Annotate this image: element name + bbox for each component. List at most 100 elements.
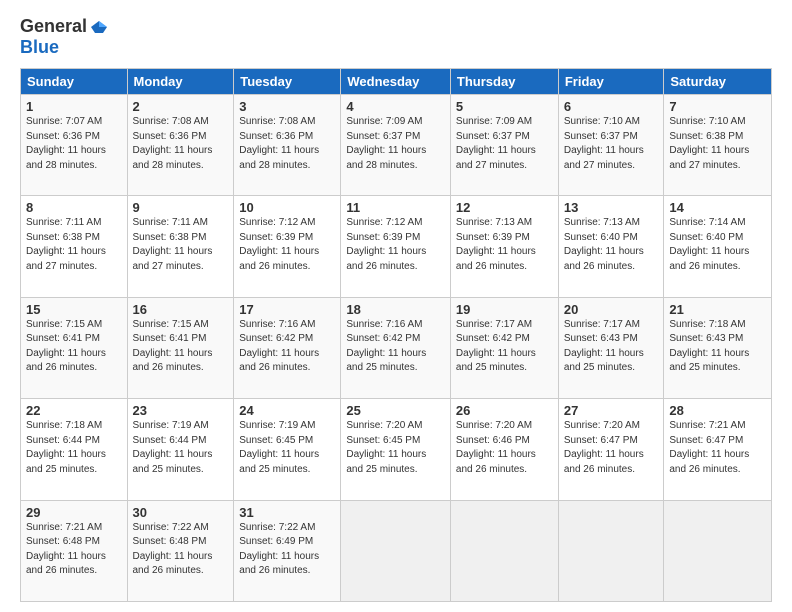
calendar-day-cell: 2Sunrise: 7:08 AM Sunset: 6:36 PM Daylig… [127,95,234,196]
day-number: 3 [239,99,335,114]
day-number: 2 [133,99,229,114]
calendar-week-row: 29Sunrise: 7:21 AM Sunset: 6:48 PM Dayli… [21,500,772,601]
day-number: 16 [133,302,229,317]
calendar-day-cell: 10Sunrise: 7:12 AM Sunset: 6:39 PM Dayli… [234,196,341,297]
day-number: 28 [669,403,766,418]
day-info: Sunrise: 7:17 AM Sunset: 6:42 PM Dayligh… [456,318,553,376]
calendar-week-row: 22Sunrise: 7:18 AM Sunset: 6:44 PM Dayli… [21,399,772,500]
day-info: Sunrise: 7:22 AM Sunset: 6:49 PM Dayligh… [239,521,335,579]
day-info: Sunrise: 7:09 AM Sunset: 6:37 PM Dayligh… [456,115,553,173]
page: GeneralBlue SundayMondayTuesdayWednesday… [0,0,792,612]
calendar-day-cell: 4Sunrise: 7:09 AM Sunset: 6:37 PM Daylig… [341,95,451,196]
calendar-day-header: Saturday [664,69,772,95]
calendar-day-cell [341,500,451,601]
day-info: Sunrise: 7:11 AM Sunset: 6:38 PM Dayligh… [133,216,229,274]
calendar-day-cell: 3Sunrise: 7:08 AM Sunset: 6:36 PM Daylig… [234,95,341,196]
day-number: 21 [669,302,766,317]
day-number: 11 [346,200,445,215]
day-number: 27 [564,403,659,418]
day-number: 8 [26,200,122,215]
calendar-day-cell: 11Sunrise: 7:12 AM Sunset: 6:39 PM Dayli… [341,196,451,297]
calendar-day-cell: 18Sunrise: 7:16 AM Sunset: 6:42 PM Dayli… [341,297,451,398]
logo-text: GeneralBlue [20,16,109,58]
day-info: Sunrise: 7:16 AM Sunset: 6:42 PM Dayligh… [239,318,335,376]
logo-bird-icon [89,19,109,35]
calendar-day-cell: 17Sunrise: 7:16 AM Sunset: 6:42 PM Dayli… [234,297,341,398]
calendar-day-header: Monday [127,69,234,95]
calendar-day-cell: 25Sunrise: 7:20 AM Sunset: 6:45 PM Dayli… [341,399,451,500]
logo-general: General [20,16,87,37]
day-info: Sunrise: 7:13 AM Sunset: 6:39 PM Dayligh… [456,216,553,274]
calendar-day-cell: 12Sunrise: 7:13 AM Sunset: 6:39 PM Dayli… [450,196,558,297]
calendar-day-cell: 23Sunrise: 7:19 AM Sunset: 6:44 PM Dayli… [127,399,234,500]
calendar-day-cell [450,500,558,601]
calendar-table: SundayMondayTuesdayWednesdayThursdayFrid… [20,68,772,602]
day-number: 1 [26,99,122,114]
day-info: Sunrise: 7:15 AM Sunset: 6:41 PM Dayligh… [26,318,122,376]
day-number: 19 [456,302,553,317]
header: GeneralBlue [20,16,772,58]
day-number: 12 [456,200,553,215]
calendar-day-cell: 28Sunrise: 7:21 AM Sunset: 6:47 PM Dayli… [664,399,772,500]
logo-blue: Blue [20,37,59,58]
day-info: Sunrise: 7:12 AM Sunset: 6:39 PM Dayligh… [239,216,335,274]
day-info: Sunrise: 7:12 AM Sunset: 6:39 PM Dayligh… [346,216,445,274]
calendar-day-cell: 20Sunrise: 7:17 AM Sunset: 6:43 PM Dayli… [558,297,664,398]
calendar-day-cell: 21Sunrise: 7:18 AM Sunset: 6:43 PM Dayli… [664,297,772,398]
day-number: 13 [564,200,659,215]
day-info: Sunrise: 7:21 AM Sunset: 6:47 PM Dayligh… [669,419,766,477]
day-info: Sunrise: 7:18 AM Sunset: 6:44 PM Dayligh… [26,419,122,477]
calendar-day-header: Friday [558,69,664,95]
day-number: 25 [346,403,445,418]
day-info: Sunrise: 7:08 AM Sunset: 6:36 PM Dayligh… [239,115,335,173]
calendar-header-row: SundayMondayTuesdayWednesdayThursdayFrid… [21,69,772,95]
calendar-day-cell: 9Sunrise: 7:11 AM Sunset: 6:38 PM Daylig… [127,196,234,297]
day-info: Sunrise: 7:08 AM Sunset: 6:36 PM Dayligh… [133,115,229,173]
day-number: 9 [133,200,229,215]
day-number: 26 [456,403,553,418]
calendar-day-cell: 7Sunrise: 7:10 AM Sunset: 6:38 PM Daylig… [664,95,772,196]
day-info: Sunrise: 7:11 AM Sunset: 6:38 PM Dayligh… [26,216,122,274]
calendar-day-cell: 31Sunrise: 7:22 AM Sunset: 6:49 PM Dayli… [234,500,341,601]
calendar-day-cell: 26Sunrise: 7:20 AM Sunset: 6:46 PM Dayli… [450,399,558,500]
day-number: 18 [346,302,445,317]
calendar-day-cell: 1Sunrise: 7:07 AM Sunset: 6:36 PM Daylig… [21,95,128,196]
day-info: Sunrise: 7:21 AM Sunset: 6:48 PM Dayligh… [26,521,122,579]
calendar-week-row: 8Sunrise: 7:11 AM Sunset: 6:38 PM Daylig… [21,196,772,297]
day-number: 7 [669,99,766,114]
day-info: Sunrise: 7:18 AM Sunset: 6:43 PM Dayligh… [669,318,766,376]
calendar-day-cell [558,500,664,601]
day-info: Sunrise: 7:22 AM Sunset: 6:48 PM Dayligh… [133,521,229,579]
calendar-day-cell: 16Sunrise: 7:15 AM Sunset: 6:41 PM Dayli… [127,297,234,398]
day-info: Sunrise: 7:09 AM Sunset: 6:37 PM Dayligh… [346,115,445,173]
day-info: Sunrise: 7:14 AM Sunset: 6:40 PM Dayligh… [669,216,766,274]
day-number: 5 [456,99,553,114]
day-number: 17 [239,302,335,317]
calendar-day-cell: 15Sunrise: 7:15 AM Sunset: 6:41 PM Dayli… [21,297,128,398]
calendar-day-cell: 29Sunrise: 7:21 AM Sunset: 6:48 PM Dayli… [21,500,128,601]
logo: GeneralBlue [20,16,109,58]
day-number: 20 [564,302,659,317]
calendar-body: 1Sunrise: 7:07 AM Sunset: 6:36 PM Daylig… [21,95,772,602]
day-info: Sunrise: 7:20 AM Sunset: 6:45 PM Dayligh… [346,419,445,477]
day-number: 22 [26,403,122,418]
day-info: Sunrise: 7:07 AM Sunset: 6:36 PM Dayligh… [26,115,122,173]
day-number: 15 [26,302,122,317]
day-info: Sunrise: 7:17 AM Sunset: 6:43 PM Dayligh… [564,318,659,376]
calendar-day-cell: 13Sunrise: 7:13 AM Sunset: 6:40 PM Dayli… [558,196,664,297]
day-number: 29 [26,505,122,520]
calendar-day-header: Wednesday [341,69,451,95]
calendar-day-header: Thursday [450,69,558,95]
day-info: Sunrise: 7:10 AM Sunset: 6:37 PM Dayligh… [564,115,659,173]
day-info: Sunrise: 7:15 AM Sunset: 6:41 PM Dayligh… [133,318,229,376]
day-number: 30 [133,505,229,520]
day-number: 31 [239,505,335,520]
day-info: Sunrise: 7:16 AM Sunset: 6:42 PM Dayligh… [346,318,445,376]
calendar-day-cell: 5Sunrise: 7:09 AM Sunset: 6:37 PM Daylig… [450,95,558,196]
day-number: 6 [564,99,659,114]
day-number: 23 [133,403,229,418]
calendar-day-header: Tuesday [234,69,341,95]
day-info: Sunrise: 7:10 AM Sunset: 6:38 PM Dayligh… [669,115,766,173]
day-info: Sunrise: 7:20 AM Sunset: 6:47 PM Dayligh… [564,419,659,477]
day-info: Sunrise: 7:19 AM Sunset: 6:44 PM Dayligh… [133,419,229,477]
